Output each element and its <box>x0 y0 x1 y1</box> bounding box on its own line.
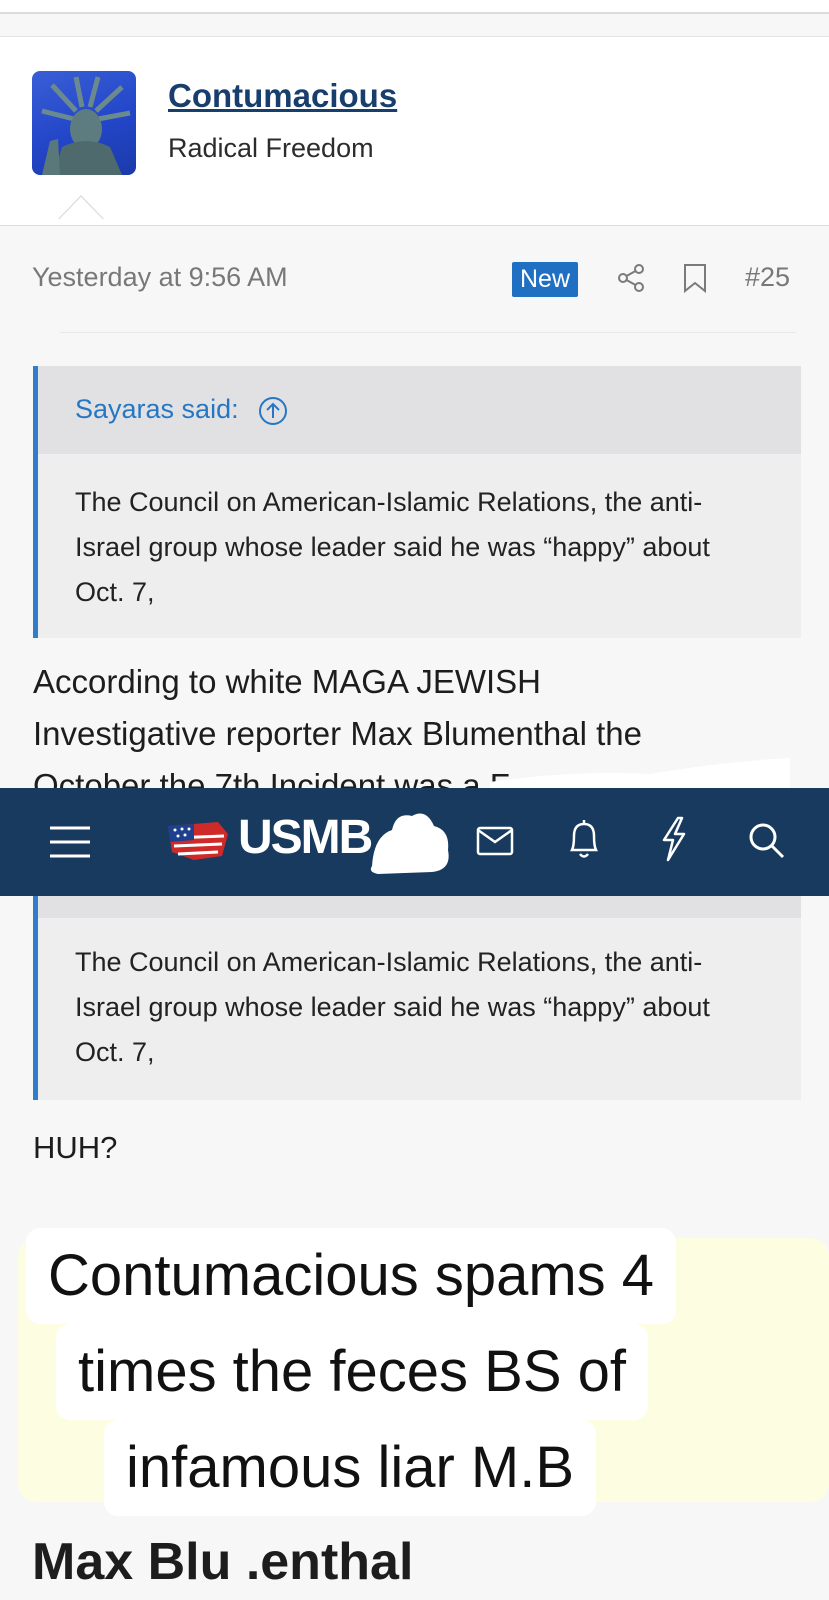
mail-icon[interactable] <box>476 824 514 858</box>
speech-pointer <box>58 195 104 219</box>
share-icon[interactable] <box>616 263 646 293</box>
site-logo[interactable]: USMB <box>238 810 373 865</box>
post-body-line: According to white MAGA JEWISH <box>33 663 542 700</box>
post-timestamp[interactable]: Yesterday at 9:56 AM <box>32 262 288 293</box>
top-strip <box>0 0 829 14</box>
flag-icon <box>168 822 228 860</box>
scribble-mark <box>370 813 449 874</box>
arrow-up-circle-icon[interactable] <box>258 396 288 426</box>
quote-block: Sayaras said: The Council on American-Is… <box>33 366 801 638</box>
new-badge: New <box>512 262 579 297</box>
reply-text: HUH? <box>33 1130 118 1165</box>
top-navbar: USMB <box>0 788 829 896</box>
quote-block: The Council on American-Islamic Relation… <box>33 896 801 1100</box>
avatar[interactable] <box>32 71 136 175</box>
quote-text: The Council on American-Islamic Relation… <box>75 947 710 1067</box>
caption-overlay: Contumacious spams 4 times the feces BS … <box>26 1228 726 1516</box>
post-user-block: Contumacious Radical Freedom <box>0 36 829 226</box>
post-number[interactable]: #25 <box>745 262 790 293</box>
bell-icon[interactable] <box>566 818 602 860</box>
user-title: Radical Freedom <box>168 133 374 163</box>
bookmark-icon[interactable] <box>682 263 708 293</box>
caption-line: infamous liar M.B <box>104 1420 597 1516</box>
quote-header[interactable]: Sayaras said: <box>38 366 801 454</box>
menu-icon[interactable] <box>48 822 92 862</box>
username-link[interactable]: Contumacious <box>168 77 397 115</box>
quote-attribution[interactable]: Sayaras said: <box>75 394 288 426</box>
quote-text: The Council on American-Islamic Relation… <box>75 487 710 607</box>
quote-header <box>38 896 801 918</box>
article-title[interactable]: Max Blu .enthal <box>32 1532 413 1592</box>
caption-line: times the feces BS of <box>56 1324 649 1420</box>
meta-divider <box>60 332 796 333</box>
quote-author[interactable]: Sayaras said: <box>75 394 239 424</box>
caption-line: Contumacious spams 4 <box>26 1228 677 1324</box>
bolt-icon[interactable] <box>658 816 688 862</box>
search-icon[interactable] <box>746 820 786 860</box>
